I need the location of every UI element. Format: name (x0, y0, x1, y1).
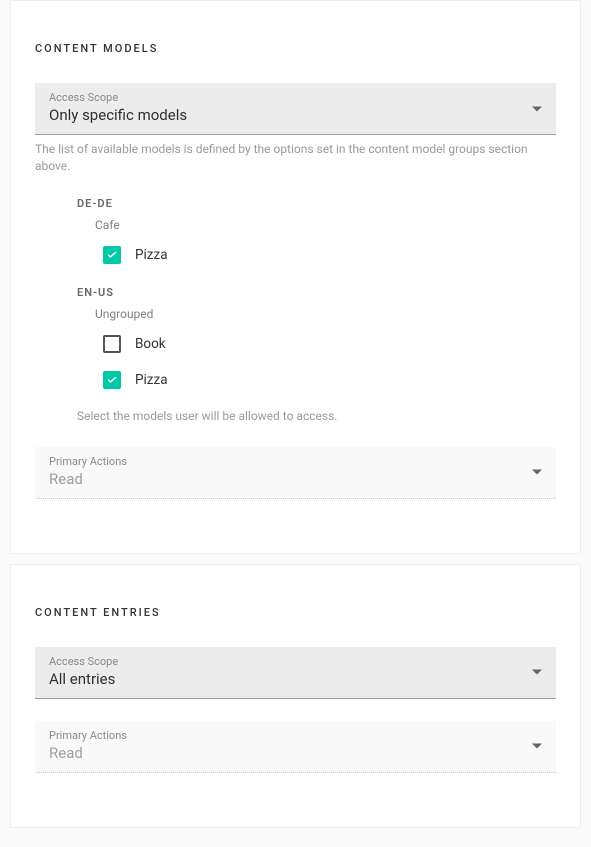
models-tree: DE-DE Cafe Pizza EN-US Ungrouped Book (35, 197, 556, 393)
primary-actions-value: Read (49, 744, 542, 762)
group-name-ungrouped: Ungrouped (95, 307, 556, 321)
chevron-down-icon (532, 106, 542, 111)
list-item: Pizza (103, 367, 556, 393)
content-entries-panel: CONTENT ENTRIES Access Scope All entries… (10, 564, 581, 828)
primary-actions-label: Primary Actions (49, 455, 542, 468)
access-scope-select-entries[interactable]: Access Scope All entries (35, 647, 556, 699)
access-scope-label: Access Scope (49, 655, 542, 668)
content-models-title: CONTENT MODELS (35, 42, 556, 55)
content-entries-title: CONTENT ENTRIES (35, 606, 556, 619)
primary-actions-select-entries[interactable]: Primary Actions Read (35, 721, 556, 773)
access-scope-value: Only specific models (49, 106, 542, 124)
chevron-down-icon (532, 744, 542, 749)
chevron-down-icon (532, 470, 542, 475)
checkbox-book-en[interactable] (103, 335, 121, 353)
primary-actions-label: Primary Actions (49, 729, 542, 742)
group-name-cafe: Cafe (95, 218, 556, 232)
chevron-down-icon (532, 670, 542, 675)
tree-helper-text: Select the models user will be allowed t… (77, 409, 556, 423)
checkbox-pizza-de[interactable] (103, 246, 121, 264)
item-label: Pizza (135, 247, 168, 263)
list-item: Pizza (103, 242, 556, 268)
content-models-panel: CONTENT MODELS Access Scope Only specifi… (10, 0, 581, 554)
access-scope-label: Access Scope (49, 91, 542, 104)
item-label: Book (135, 336, 166, 352)
models-helper-text: The list of available models is defined … (35, 141, 556, 175)
item-label: Pizza (135, 372, 168, 388)
checkbox-pizza-en[interactable] (103, 371, 121, 389)
primary-actions-value: Read (49, 470, 542, 488)
locale-header-en: EN-US (77, 286, 556, 299)
list-item: Book (103, 331, 556, 357)
access-scope-select-models[interactable]: Access Scope Only specific models (35, 83, 556, 135)
locale-header-de: DE-DE (77, 197, 556, 210)
primary-actions-select-models[interactable]: Primary Actions Read (35, 447, 556, 499)
access-scope-value: All entries (49, 670, 542, 688)
